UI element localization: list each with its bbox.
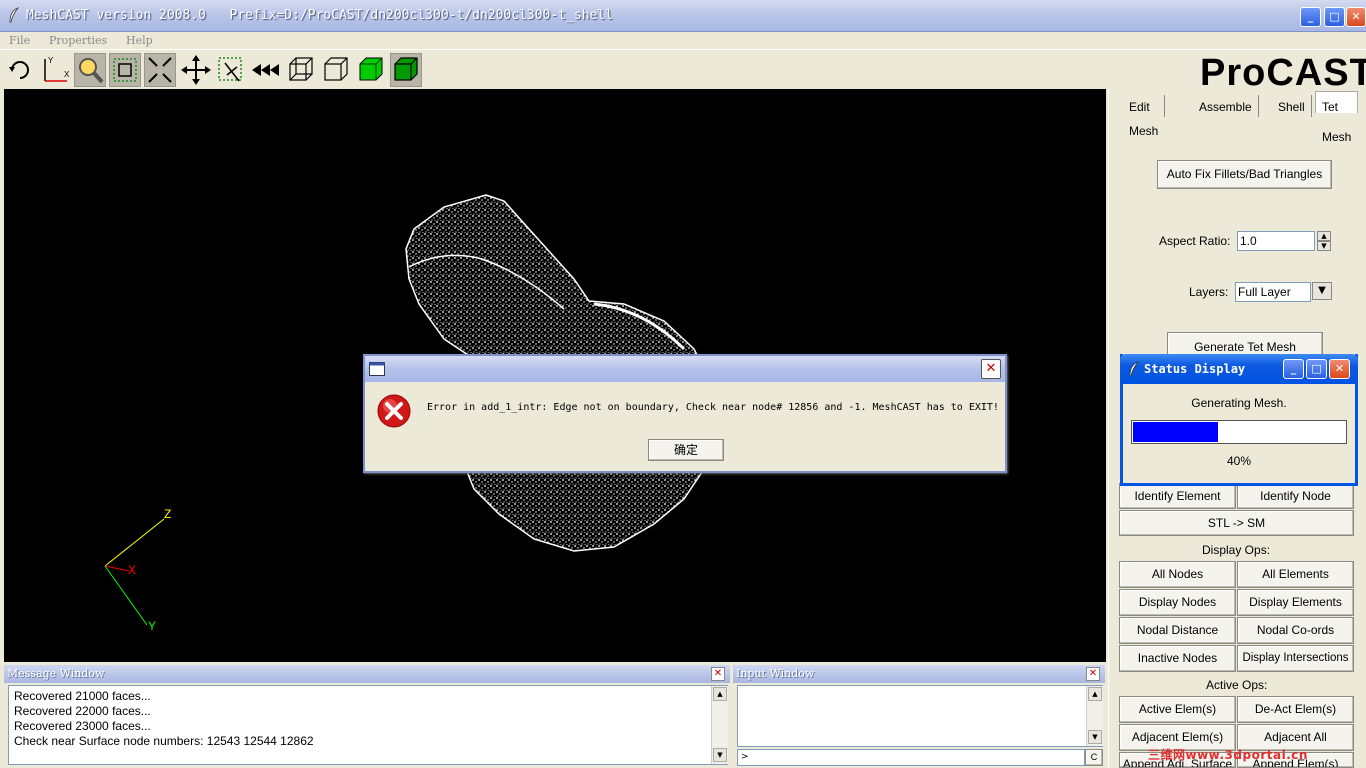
message-window-close-button[interactable]: ✕ xyxy=(711,667,725,681)
error-dialog-close-button[interactable]: ✕ xyxy=(981,359,1001,379)
progress-bar xyxy=(1131,420,1347,444)
active-ops-header: Active Ops: xyxy=(1206,678,1268,692)
tab-edit-mesh[interactable]: Edit Mesh xyxy=(1123,95,1166,138)
status-minimize-button[interactable]: _ xyxy=(1283,359,1304,379)
tab-assemble[interactable]: Assemble xyxy=(1193,95,1259,117)
axis-z-label: Z xyxy=(164,507,172,521)
status-message: Generating Mesh. xyxy=(1191,396,1287,410)
axis-y-label: Y xyxy=(148,619,157,633)
status-close-button[interactable]: ✕ xyxy=(1329,359,1350,379)
stl-to-sm-button[interactable]: STL -> SM xyxy=(1119,510,1354,536)
close-button[interactable]: ✕ xyxy=(1346,7,1366,27)
rotate-tool-icon[interactable] xyxy=(4,53,36,87)
display-ops-header: Display Ops: xyxy=(1202,543,1271,557)
error-message: Error in add_1_intr: Edge not on boundar… xyxy=(427,402,999,413)
pan-tool-icon[interactable] xyxy=(180,53,212,87)
generate-tet-mesh-button[interactable]: Generate Tet Mesh xyxy=(1167,332,1323,356)
input-history: ▲ ▼ xyxy=(737,685,1103,747)
all-elements-button[interactable]: All Elements xyxy=(1237,561,1354,588)
svg-text:Y: Y xyxy=(48,56,54,65)
status-display-title-bar: Status Display _ □ ✕ xyxy=(1120,354,1358,384)
error-dialog-title-bar: ✕ xyxy=(365,356,1005,382)
wireframe-view-icon[interactable] xyxy=(285,53,317,87)
shaded-view-icon[interactable] xyxy=(355,53,387,87)
shaded-edges-view-icon[interactable] xyxy=(390,53,422,87)
input-window: Input Window ✕ ▲ ▼ > C xyxy=(733,665,1105,768)
zoom-box-tool-icon[interactable] xyxy=(109,53,141,87)
message-scrollbar[interactable]: ▲ ▼ xyxy=(711,686,728,764)
status-maximize-button[interactable]: □ xyxy=(1306,359,1327,379)
display-elements-button[interactable]: Display Elements xyxy=(1237,589,1354,616)
display-nodes-button[interactable]: Display Nodes xyxy=(1119,589,1236,616)
axis-x-label: X xyxy=(128,563,137,577)
window-icon xyxy=(369,362,385,376)
identify-element-button[interactable]: Identify Element xyxy=(1119,483,1236,509)
feather-app-icon xyxy=(1129,361,1140,377)
layers-select[interactable]: Full Layer xyxy=(1235,282,1311,302)
display-intersections-button[interactable]: Display Intersections xyxy=(1237,645,1354,672)
log-line: Recovered 21000 faces... xyxy=(14,689,151,703)
log-line: Recovered 22000 faces... xyxy=(14,704,151,718)
input-window-close-button[interactable]: ✕ xyxy=(1086,667,1100,681)
nodal-coords-button[interactable]: Nodal Co-ords xyxy=(1237,617,1354,644)
message-window: Message Window ✕ Recovered 21000 faces..… xyxy=(4,665,730,768)
aspect-ratio-label: Aspect Ratio: xyxy=(1159,234,1231,248)
maximize-button[interactable]: □ xyxy=(1324,7,1345,27)
tab-shell[interactable]: Shell xyxy=(1272,95,1312,117)
message-log: Recovered 21000 faces... Recovered 22000… xyxy=(8,685,728,765)
feather-app-icon xyxy=(9,7,20,23)
progress-percent: 40% xyxy=(1226,454,1252,468)
clear-input-button[interactable]: C xyxy=(1085,749,1103,766)
tab-tet-mesh[interactable]: Tet Mesh xyxy=(1315,91,1359,144)
window-title-bar: MeshCAST version 2008.0 Prefix=D:/ProCAS… xyxy=(0,0,1366,32)
status-display-window: Status Display _ □ ✕ Generating Mesh. 40… xyxy=(1120,354,1358,486)
aspect-ratio-field[interactable]: 1.0 xyxy=(1237,231,1315,251)
watermark: 三维网www.3dportal.cn xyxy=(1148,748,1308,762)
nodal-distance-button[interactable]: Nodal Distance xyxy=(1119,617,1236,644)
active-elems-button[interactable]: Active Elem(s) xyxy=(1119,696,1236,723)
deact-elems-button[interactable]: De-Act Elem(s) xyxy=(1237,696,1354,723)
zoom-tool-icon[interactable] xyxy=(74,53,106,87)
all-nodes-button[interactable]: All Nodes xyxy=(1119,561,1236,588)
log-line: Recovered 23000 faces... xyxy=(14,719,151,733)
ok-button[interactable]: 确定 xyxy=(648,439,724,461)
status-display-title: Status Display xyxy=(1144,362,1246,376)
error-dialog: ✕ Error in add_1_intr: Edge not on bound… xyxy=(363,354,1007,473)
input-scrollbar[interactable]: ▲ ▼ xyxy=(1086,686,1103,746)
command-input[interactable]: > xyxy=(737,749,1085,766)
auto-fix-fillets-button[interactable]: Auto Fix Fillets/Bad Triangles xyxy=(1157,160,1332,189)
inactive-nodes-button[interactable]: Inactive Nodes xyxy=(1119,645,1236,672)
error-icon xyxy=(377,394,411,428)
minimize-button[interactable]: _ xyxy=(1300,7,1321,27)
aspect-ratio-increment[interactable]: ▲ xyxy=(1317,231,1331,241)
rewind-tool-icon[interactable] xyxy=(250,53,282,87)
menu-properties[interactable]: Properties xyxy=(49,32,107,50)
log-line: Check near Surface node numbers: 12543 1… xyxy=(14,734,314,748)
scroll-down-icon[interactable]: ▼ xyxy=(713,748,727,762)
hidden-line-view-icon[interactable] xyxy=(320,53,352,87)
window-title: MeshCAST version 2008.0 Prefix=D:/ProCAS… xyxy=(26,8,613,23)
scroll-up-icon[interactable]: ▲ xyxy=(1088,687,1102,701)
message-window-title: Message Window xyxy=(4,665,730,683)
aspect-ratio-decrement[interactable]: ▼ xyxy=(1317,241,1331,251)
identify-node-button[interactable]: Identify Node xyxy=(1237,483,1354,509)
menu-file[interactable]: File xyxy=(9,32,30,50)
layers-dropdown-button[interactable]: ▼ xyxy=(1312,282,1332,300)
input-window-title: Input Window xyxy=(733,665,1105,683)
scroll-down-icon[interactable]: ▼ xyxy=(1088,730,1102,744)
fit-all-tool-icon[interactable] xyxy=(144,53,176,87)
layers-label: Layers: xyxy=(1189,285,1229,299)
svg-text:X: X xyxy=(64,70,70,79)
menu-bar: File Properties Help xyxy=(0,32,1366,50)
menu-help[interactable]: Help xyxy=(126,32,153,50)
pick-tool-icon[interactable] xyxy=(215,53,247,87)
scroll-up-icon[interactable]: ▲ xyxy=(713,687,727,701)
axis-tool-icon[interactable]: YX xyxy=(39,53,71,87)
progress-fill xyxy=(1133,422,1218,442)
